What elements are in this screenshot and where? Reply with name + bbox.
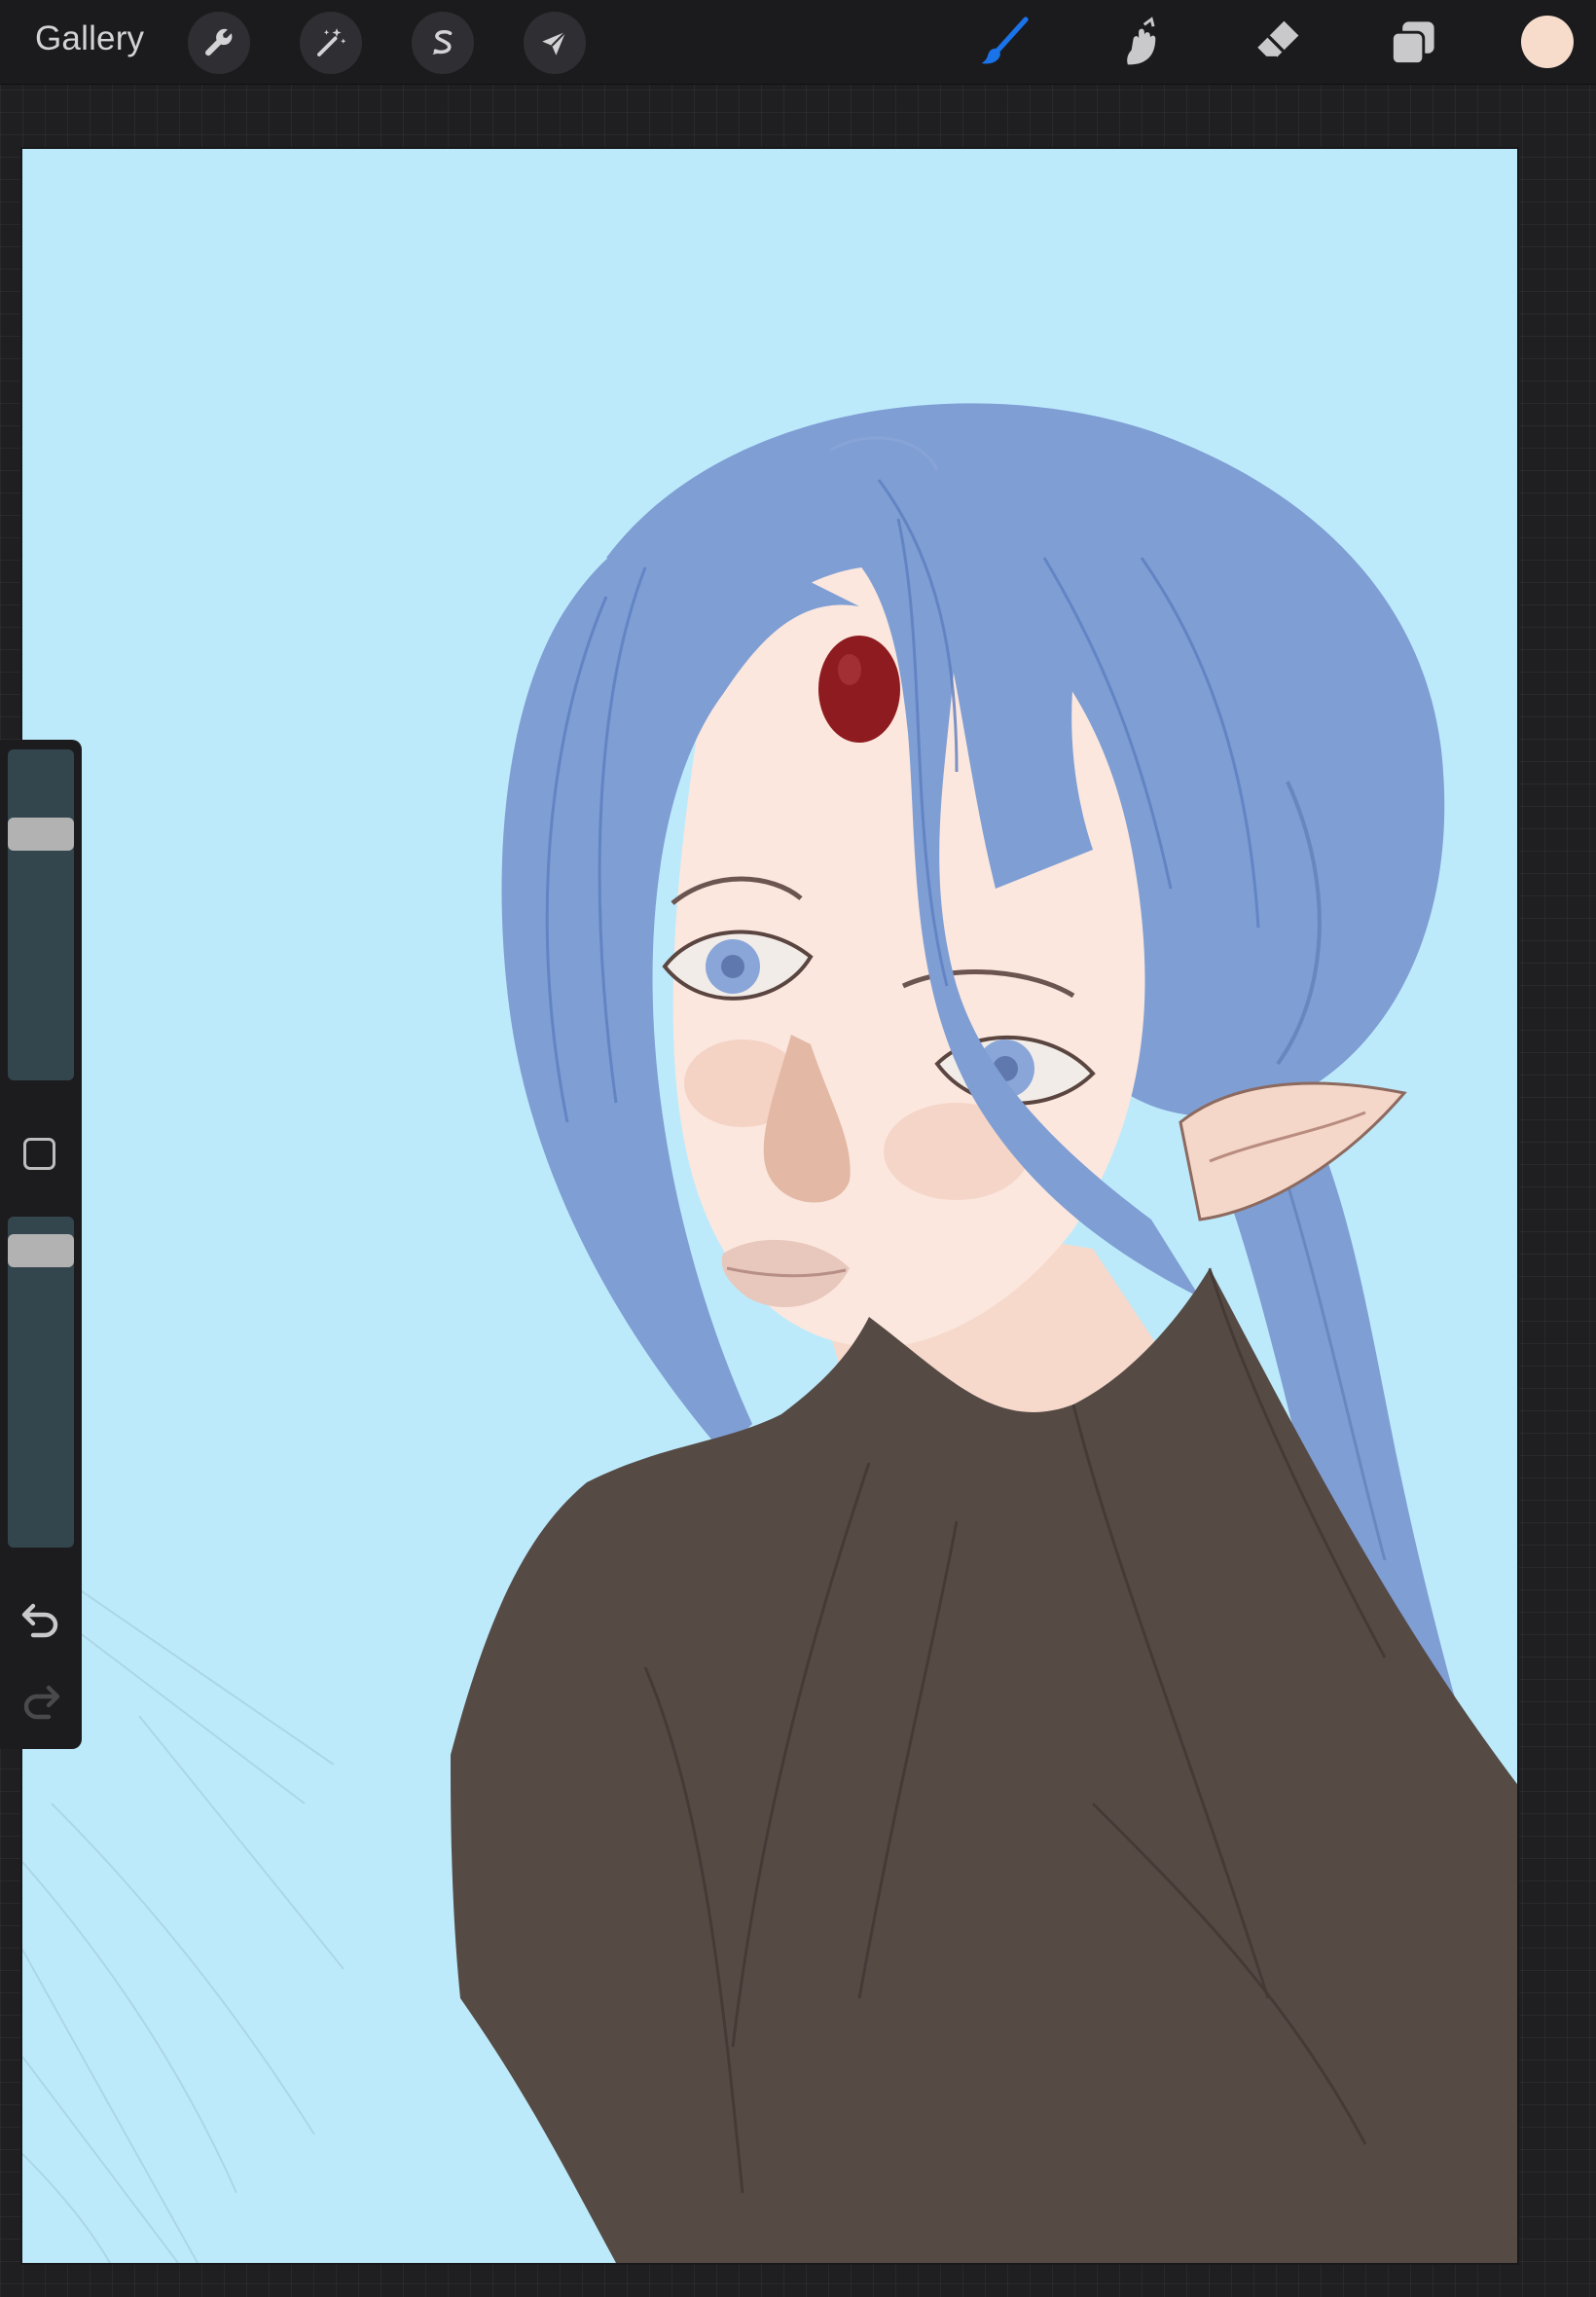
adjustments-button[interactable] — [300, 12, 362, 74]
brush-icon — [981, 17, 1029, 64]
smudge-tool-button[interactable] — [1109, 12, 1172, 74]
brush-size-thumb[interactable] — [8, 818, 74, 851]
elf-portrait-illustration — [22, 403, 1517, 2263]
layers-icon — [1390, 21, 1434, 66]
brush-opacity-slider[interactable] — [8, 1217, 74, 1548]
smudge-finger-icon — [1127, 17, 1156, 65]
transform-button[interactable] — [524, 12, 586, 74]
layers-tool-button[interactable] — [1382, 12, 1444, 74]
sidebar — [0, 740, 82, 1749]
square-modifier-icon[interactable] — [23, 1138, 55, 1170]
magic-wand-icon — [317, 28, 346, 56]
top-toolbar: Gallery — [0, 0, 1596, 85]
color-swatch-button[interactable] — [1521, 16, 1574, 68]
drawing-canvas[interactable] — [22, 149, 1517, 2263]
brush-tool-button[interactable] — [973, 12, 1035, 74]
brush-size-slider[interactable] — [8, 749, 74, 1080]
eraser-icon — [1255, 20, 1299, 59]
eraser-tool-button[interactable] — [1246, 12, 1308, 74]
gallery-button[interactable]: Gallery — [35, 19, 144, 58]
brush-opacity-thumb[interactable] — [8, 1234, 74, 1267]
wrench-icon — [205, 28, 233, 56]
selection-s-icon — [432, 29, 453, 55]
actions-button[interactable] — [188, 12, 250, 74]
redo-icon[interactable] — [18, 1678, 64, 1725]
undo-icon[interactable] — [18, 1596, 64, 1643]
arrow-cursor-icon — [542, 30, 567, 55]
selection-button[interactable] — [412, 12, 474, 74]
